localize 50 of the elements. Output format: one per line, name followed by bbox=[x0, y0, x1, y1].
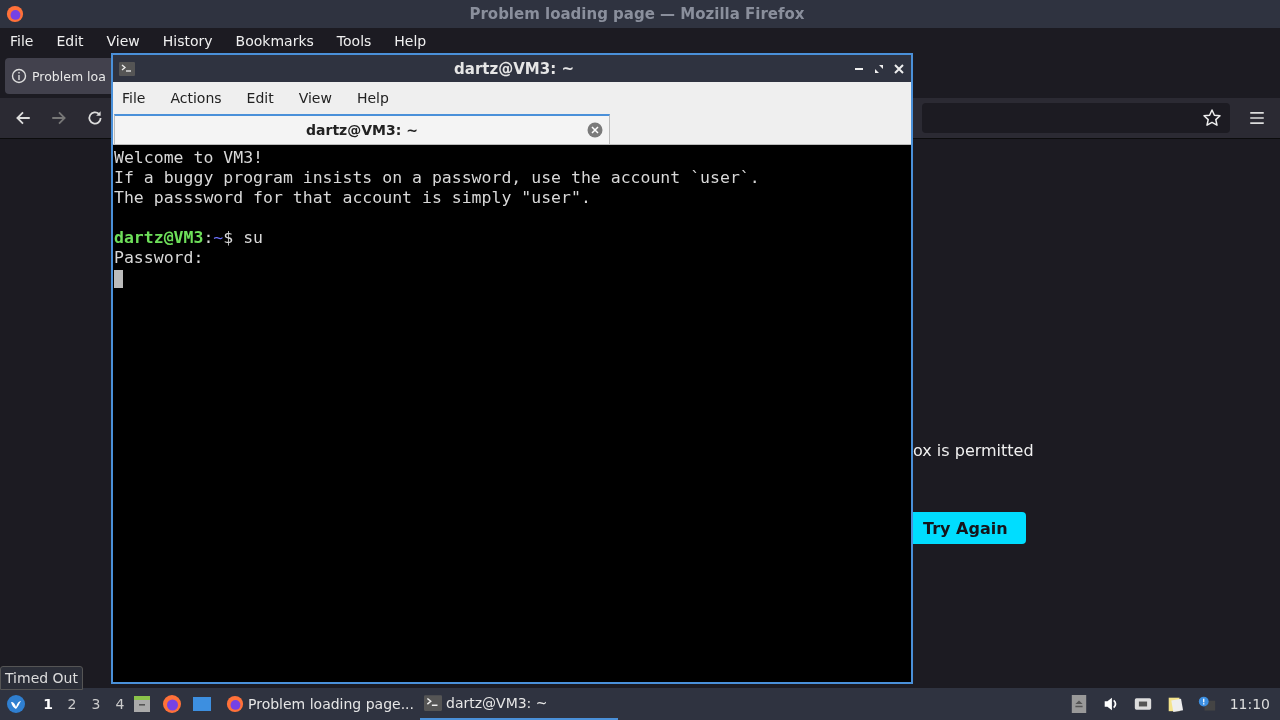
command-prompt: dartz@VM3:~$ su bbox=[114, 228, 265, 248]
terminal-line: Password: bbox=[114, 248, 205, 268]
menu-item[interactable]: Help bbox=[394, 33, 427, 49]
firefox-icon bbox=[6, 5, 24, 23]
close-icon[interactable] bbox=[893, 62, 905, 75]
menu-item[interactable]: Edit bbox=[56, 33, 84, 49]
network-icon[interactable] bbox=[1133, 695, 1152, 713]
menu-item[interactable]: File bbox=[122, 90, 146, 106]
menu-item[interactable]: Edit bbox=[246, 90, 274, 106]
taskbar-task[interactable]: dartz@VM3: ~ bbox=[420, 688, 618, 720]
workspace-button[interactable]: 4 bbox=[108, 696, 132, 712]
notification-icon[interactable] bbox=[1197, 695, 1216, 713]
menu-item[interactable]: History bbox=[162, 33, 213, 49]
menu-item[interactable]: Actions bbox=[170, 90, 222, 106]
terminal-line: The passsword for that account is simply "user". bbox=[114, 188, 592, 208]
window-title: dartz@VM3: ~ bbox=[453, 59, 575, 78]
file-cabinet-icon[interactable] bbox=[132, 694, 152, 714]
menu-item[interactable]: Bookmarks bbox=[235, 33, 314, 49]
window-title: Problem loading page — Mozilla Firefox bbox=[468, 5, 806, 23]
terminal-line: Welcome to VM3! bbox=[114, 148, 264, 168]
menu-item[interactable]: Help bbox=[356, 90, 389, 106]
terminal-line: If a buggy program insists on a password, use the account `user`. bbox=[114, 168, 761, 188]
taskbar-task[interactable]: Problem loading page... bbox=[222, 689, 420, 719]
terminal-tab[interactable]: dartz@VM3: ~ bbox=[114, 114, 610, 144]
maximize-icon[interactable] bbox=[873, 62, 885, 75]
back-icon[interactable] bbox=[14, 109, 32, 127]
firefox-icon bbox=[226, 695, 244, 713]
eject-icon[interactable] bbox=[1069, 695, 1088, 713]
reload-icon[interactable] bbox=[86, 109, 104, 127]
terminal-icon bbox=[119, 61, 135, 76]
menu-item[interactable]: View bbox=[106, 33, 140, 49]
menu-icon[interactable] bbox=[1248, 109, 1266, 127]
info-icon bbox=[11, 68, 27, 84]
terminal-icon bbox=[424, 694, 442, 712]
clock: 11:10 bbox=[1229, 696, 1270, 712]
desktop-icon[interactable] bbox=[192, 694, 212, 714]
forward-icon[interactable] bbox=[50, 109, 68, 127]
menu-item[interactable]: Tools bbox=[336, 33, 372, 49]
workspace-button[interactable]: 2 bbox=[60, 696, 84, 712]
workspace-button[interactable]: 1 bbox=[36, 696, 60, 712]
text-cursor bbox=[114, 269, 123, 288]
browser-tab[interactable]: Problem loa bbox=[5, 58, 111, 94]
tooltip: Timed Out bbox=[0, 666, 83, 690]
menu-item[interactable]: View bbox=[298, 90, 332, 106]
try-again-button[interactable]: Try Again bbox=[913, 512, 1026, 544]
error-message: ox is permitted bbox=[913, 441, 1034, 460]
workspace-button[interactable]: 3 bbox=[84, 696, 108, 712]
firefox-icon[interactable] bbox=[162, 694, 182, 714]
star-icon[interactable] bbox=[1202, 108, 1222, 128]
menu-item[interactable]: File bbox=[10, 33, 34, 49]
